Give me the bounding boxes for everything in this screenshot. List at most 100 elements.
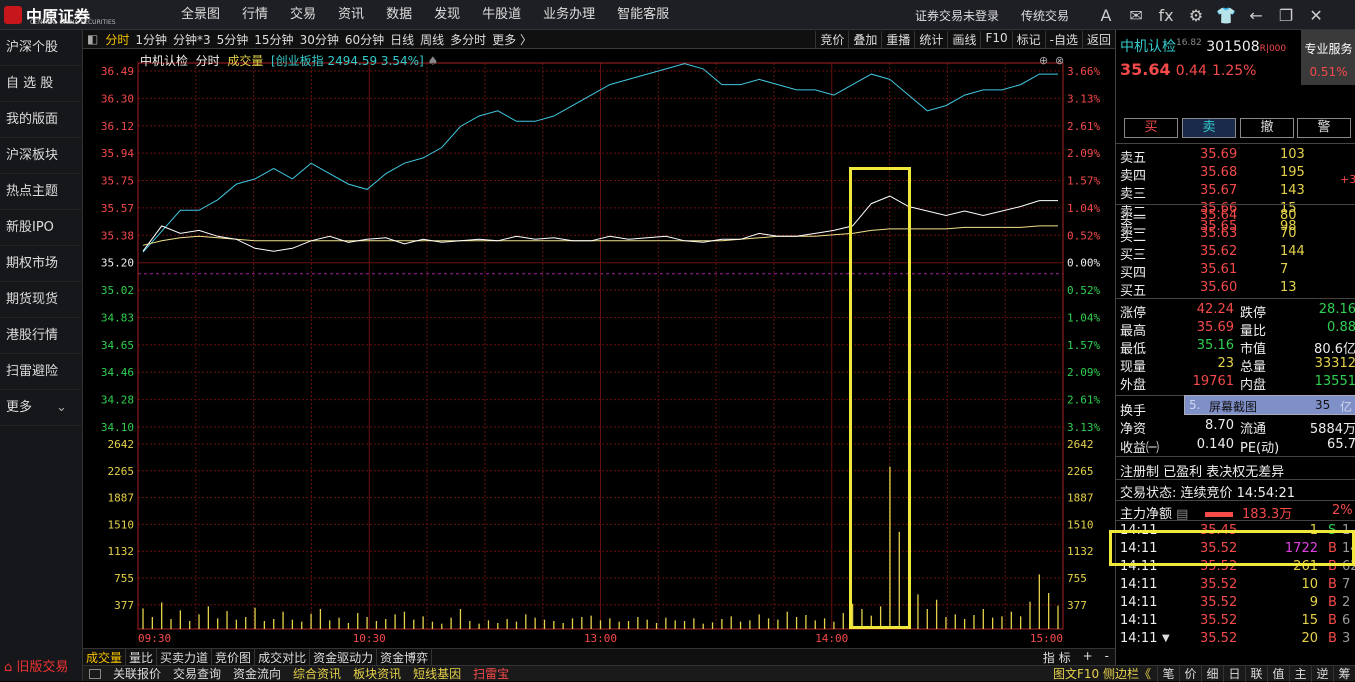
menu-0[interactable]: 全景图 bbox=[170, 0, 231, 30]
vol-tick-r: 1887 bbox=[1067, 492, 1094, 505]
status-char-2[interactable]: 细 bbox=[1201, 665, 1223, 682]
price-tick: 35.20 bbox=[101, 257, 134, 270]
pin-icon[interactable]: ♠ bbox=[428, 54, 439, 68]
indicator-tab-5[interactable]: 资金驱动力 bbox=[310, 648, 378, 666]
sidebar-item-5[interactable]: 新股IPO bbox=[0, 210, 82, 246]
tool-button-6[interactable]: 标记 bbox=[1011, 30, 1045, 48]
period-tab-1[interactable]: 1分钟 bbox=[132, 31, 170, 48]
quote-change: 0.44 bbox=[1175, 63, 1207, 79]
period-tab-2[interactable]: 分钟*3 bbox=[170, 31, 214, 48]
menu-1[interactable]: 行情 bbox=[231, 0, 279, 30]
f10-sidebar-link[interactable]: 图文F10 侧边栏《 bbox=[1047, 665, 1157, 682]
order-button-2[interactable]: 撤 bbox=[1240, 118, 1294, 138]
indicator-tab-2[interactable]: 买卖力道 bbox=[157, 648, 213, 666]
period-tab-7[interactable]: 日线 bbox=[387, 31, 417, 48]
fx-icon[interactable]: fx bbox=[1151, 6, 1181, 25]
bid-2-price: 35.62 bbox=[1200, 244, 1238, 259]
old-trade-link[interactable]: ⌂ 旧版交易 bbox=[4, 656, 68, 675]
status-char-3[interactable]: 日 bbox=[1223, 665, 1245, 682]
status-item-6[interactable]: 扫雷宝 bbox=[467, 665, 515, 682]
status-item-0[interactable]: 关联报价 bbox=[107, 665, 167, 682]
sidebar-item-2[interactable]: 我的版面 bbox=[0, 102, 82, 138]
status-item-4[interactable]: 板块资讯 bbox=[347, 665, 407, 682]
tool-button-3[interactable]: 统计 bbox=[914, 30, 947, 48]
highlight-box-volume bbox=[849, 167, 911, 629]
menu-8[interactable]: 智能客服 bbox=[606, 0, 680, 30]
period-tab-3[interactable]: 5分钟 bbox=[214, 31, 252, 48]
font-size-icon[interactable]: A bbox=[1091, 6, 1121, 25]
period-tab-10[interactable]: 更多 〉 bbox=[489, 31, 535, 48]
tool-button-2[interactable]: 重播 bbox=[881, 30, 914, 48]
status-square-icon[interactable] bbox=[89, 668, 101, 679]
tool-button-4[interactable]: 画线 bbox=[947, 30, 980, 48]
login-status[interactable]: 证券交易未登录 bbox=[915, 7, 999, 24]
status-char-8[interactable]: 筹 bbox=[1333, 665, 1355, 682]
status-char-4[interactable]: 联 bbox=[1245, 665, 1267, 682]
indicator-tab-0[interactable]: 成交量 bbox=[83, 648, 127, 666]
period-tab-4[interactable]: 15分钟 bbox=[251, 31, 296, 48]
stat-0-v2: 28.16 bbox=[1318, 302, 1355, 317]
menu-3[interactable]: 资讯 bbox=[327, 0, 375, 30]
tool-button-8[interactable]: 返回 bbox=[1081, 30, 1115, 48]
gear-icon[interactable]: ⚙ bbox=[1181, 6, 1211, 25]
status-char-6[interactable]: 主 bbox=[1289, 665, 1311, 682]
status-char-0[interactable]: 笔 bbox=[1157, 665, 1179, 682]
sidebar-item-3[interactable]: 沪深板块 bbox=[0, 138, 82, 174]
shirt-icon[interactable]: 👕 bbox=[1211, 6, 1241, 25]
sidebar-item-6[interactable]: 期权市场 bbox=[0, 246, 82, 282]
indicator-control-0[interactable]: 指 标 bbox=[1037, 649, 1077, 666]
status-item-2[interactable]: 资金流向 bbox=[227, 665, 287, 682]
order-button-1[interactable]: 卖 bbox=[1182, 118, 1236, 138]
tick-5-time: 14:11 bbox=[1120, 613, 1158, 628]
close-icon[interactable]: ✕ bbox=[1301, 6, 1331, 25]
turnover-label: 换手 bbox=[1120, 404, 1147, 419]
indicator-tab-3[interactable]: 竞价图 bbox=[212, 648, 256, 666]
trade-style-button[interactable]: 传统交易 bbox=[1021, 7, 1069, 24]
status-item-5[interactable]: 短线基因 bbox=[407, 665, 467, 682]
indicator-tab-1[interactable]: 量比 bbox=[126, 648, 158, 666]
indicator-tab-4[interactable]: 成交对比 bbox=[255, 648, 311, 666]
menu-7[interactable]: 业务办理 bbox=[532, 0, 606, 30]
menu-5[interactable]: 发现 bbox=[423, 0, 471, 30]
tick-4-bs: B bbox=[1328, 595, 1337, 610]
indicator-tab-6[interactable]: 资金博弈 bbox=[377, 648, 433, 666]
status-char-5[interactable]: 值 bbox=[1267, 665, 1289, 682]
mail-icon[interactable]: ✉ bbox=[1121, 6, 1151, 25]
sidebar-item-0[interactable]: 沪深个股 bbox=[0, 30, 82, 66]
status-char-7[interactable]: 逆 bbox=[1311, 665, 1333, 682]
tool-button-7[interactable]: -自选 bbox=[1044, 30, 1082, 48]
sidebar-item-7[interactable]: 期货现货 bbox=[0, 282, 82, 318]
status-char-1[interactable]: 价 bbox=[1179, 665, 1201, 682]
period-tab-5[interactable]: 30分钟 bbox=[297, 31, 342, 48]
toggle-panel-icon[interactable]: ◧ bbox=[83, 32, 102, 46]
sidebar-item-4[interactable]: 热点主题 bbox=[0, 174, 82, 210]
tool-button-0[interactable]: 竞价 bbox=[815, 30, 848, 48]
stat2-1-v2: 65.7 bbox=[1327, 437, 1355, 452]
menu-2[interactable]: 交易 bbox=[279, 0, 327, 30]
intraday-chart[interactable]: 36.49 36.30 36.12 35.94 35.75 35.57 35.38 35.20… bbox=[83, 49, 1115, 647]
menu-6[interactable]: 牛股道 bbox=[471, 0, 532, 30]
restore-icon[interactable]: ❐ bbox=[1271, 6, 1301, 25]
order-button-3[interactable]: 警 bbox=[1297, 118, 1351, 138]
status-item-3[interactable]: 综合资讯 bbox=[287, 665, 347, 682]
tool-button-1[interactable]: 叠加 bbox=[848, 30, 881, 48]
order-button-0[interactable]: 买 bbox=[1124, 118, 1178, 138]
back-icon[interactable]: ← bbox=[1241, 6, 1271, 25]
period-tab-8[interactable]: 周线 bbox=[417, 31, 447, 48]
tool-button-5[interactable]: F10 bbox=[980, 30, 1011, 48]
menu-4[interactable]: 数据 bbox=[375, 0, 423, 30]
chevron-down-icon[interactable]: ⌄ bbox=[56, 400, 67, 415]
sidebar-item-9[interactable]: 扫雷避险 bbox=[0, 354, 82, 390]
sidebar-item-1[interactable]: 自 选 股 bbox=[0, 66, 82, 102]
indicator-control-2[interactable]: - bbox=[1099, 649, 1115, 666]
bid-1-price: 35.63 bbox=[1200, 226, 1238, 241]
period-tab-0[interactable]: 分时 bbox=[102, 31, 132, 48]
indicator-control-1[interactable]: + bbox=[1077, 649, 1099, 666]
period-tab-6[interactable]: 60分钟 bbox=[342, 31, 387, 48]
sidebar-item-8[interactable]: 港股行情 bbox=[0, 318, 82, 354]
period-tab-9[interactable]: 多分时 bbox=[447, 31, 489, 48]
sidebar-item-10[interactable]: 更多 ⌄ bbox=[0, 390, 82, 426]
pro-service-box[interactable]: 专业服务 0.51% bbox=[1301, 30, 1355, 85]
status-item-1[interactable]: 交易查询 bbox=[167, 665, 227, 682]
scroll-down-icon[interactable]: ▼ bbox=[1162, 633, 1170, 644]
